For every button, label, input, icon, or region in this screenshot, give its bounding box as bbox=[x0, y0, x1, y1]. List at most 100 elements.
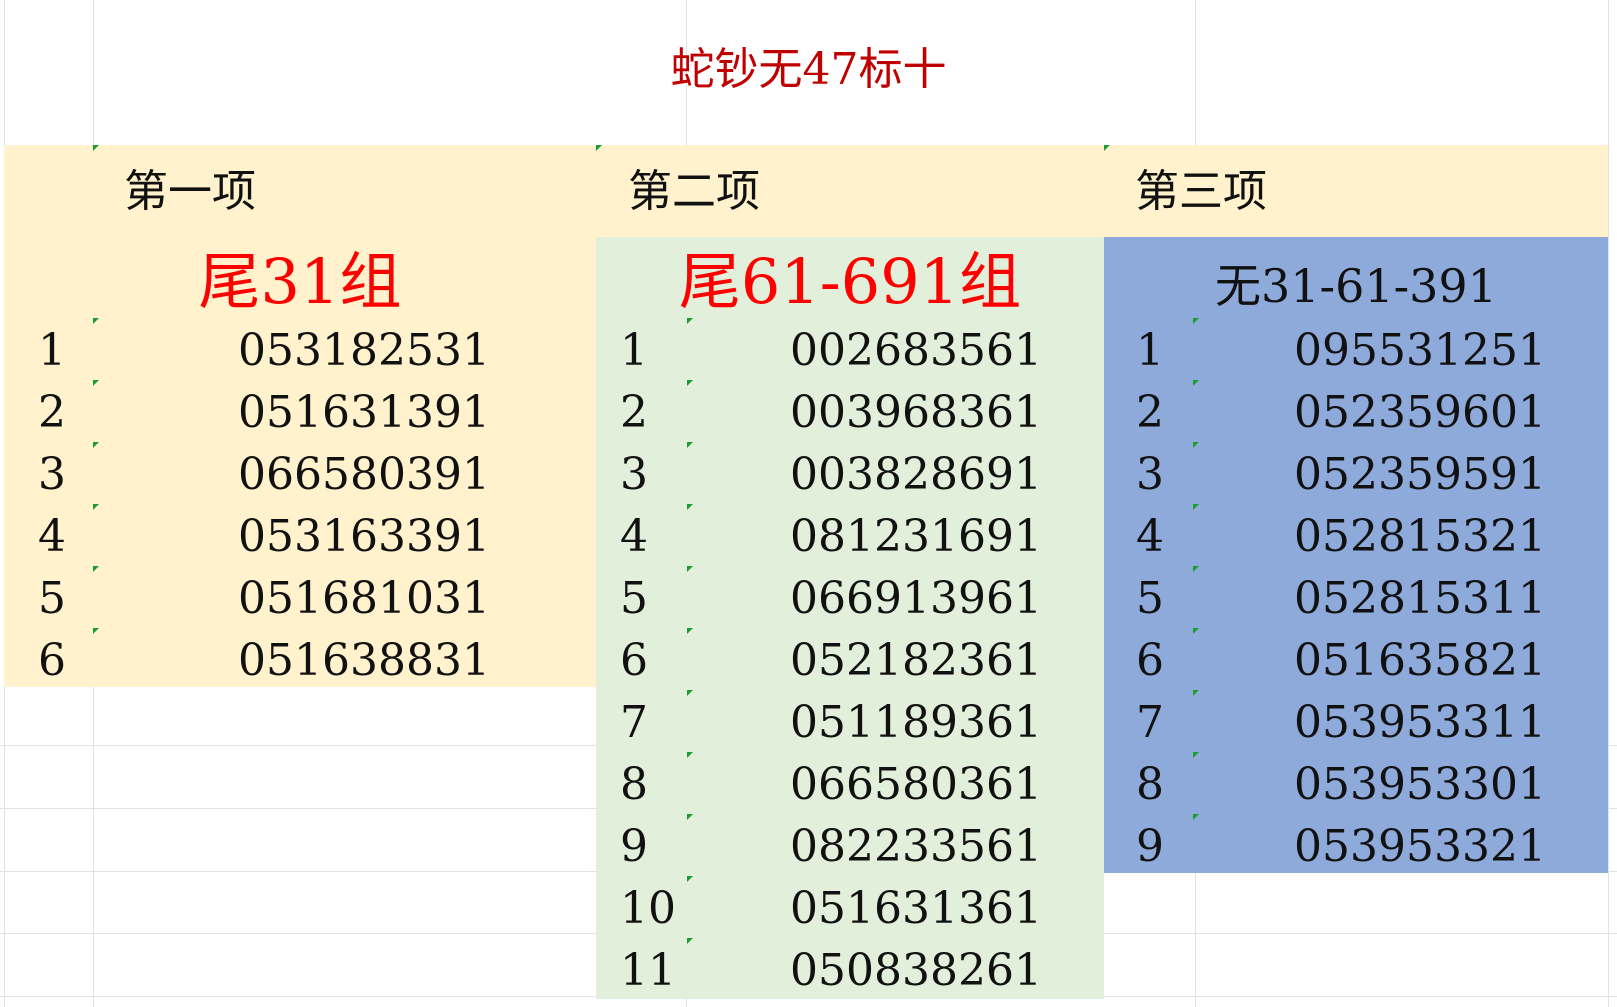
row-index: 5 bbox=[1136, 573, 1164, 624]
row-index: 8 bbox=[1136, 759, 1164, 810]
row-value[interactable]: 053163391 bbox=[238, 506, 490, 568]
table-row[interactable]: 4 052815321 bbox=[1104, 504, 1608, 568]
row-value[interactable]: 003828691 bbox=[790, 444, 1042, 506]
table-row[interactable]: 9 082233561 bbox=[596, 814, 1104, 878]
row-value[interactable]: 052359591 bbox=[1294, 444, 1546, 506]
row-index: 4 bbox=[620, 511, 648, 562]
row-value[interactable]: 051631361 bbox=[790, 878, 1042, 940]
row-value[interactable]: 051631391 bbox=[238, 382, 490, 444]
header-item-2[interactable]: 第二项 bbox=[628, 162, 760, 222]
table-row[interactable]: 8 053953301 bbox=[1104, 752, 1608, 816]
cell-comment-marker bbox=[93, 442, 99, 448]
table-row[interactable]: 6 051638831 bbox=[4, 628, 596, 692]
row-value[interactable]: 052359601 bbox=[1294, 382, 1546, 444]
table-row[interactable]: 10 051631361 bbox=[596, 876, 1104, 940]
row-value[interactable]: 066580391 bbox=[238, 444, 490, 506]
cell-comment-marker bbox=[1193, 566, 1199, 572]
table-row[interactable]: 1 095531251 bbox=[1104, 318, 1608, 382]
table-row[interactable]: 5 066913961 bbox=[596, 566, 1104, 630]
cell-comment-marker bbox=[1193, 442, 1199, 448]
row-value[interactable]: 050838261 bbox=[790, 940, 1042, 1002]
cell-comment-marker bbox=[687, 752, 693, 758]
table-row[interactable]: 2 051631391 bbox=[4, 380, 596, 444]
table-row[interactable]: 8 066580361 bbox=[596, 752, 1104, 816]
cell-comment-marker bbox=[687, 504, 693, 510]
row-value[interactable]: 003968361 bbox=[790, 382, 1042, 444]
cell-comment-marker bbox=[687, 814, 693, 820]
row-index: 3 bbox=[620, 449, 648, 500]
row-value[interactable]: 002683561 bbox=[790, 320, 1042, 382]
row-value[interactable]: 051189361 bbox=[790, 692, 1042, 754]
cell-comment-marker bbox=[687, 690, 693, 696]
row-index: 6 bbox=[1136, 635, 1164, 686]
cell-comment-marker bbox=[687, 442, 693, 448]
row-value[interactable]: 053953321 bbox=[1294, 816, 1546, 878]
header-item-1[interactable]: 第一项 bbox=[124, 162, 256, 222]
row-index: 1 bbox=[620, 325, 648, 376]
row-value[interactable]: 052815321 bbox=[1294, 506, 1546, 568]
table-row[interactable]: 3 066580391 bbox=[4, 442, 596, 506]
cell-comment-marker bbox=[93, 145, 99, 151]
cell-comment-marker bbox=[1193, 814, 1199, 820]
table-row[interactable]: 6 052182361 bbox=[596, 628, 1104, 692]
table-row[interactable]: 6 051635821 bbox=[1104, 628, 1608, 692]
row-index: 11 bbox=[620, 945, 676, 996]
row-index: 5 bbox=[38, 573, 66, 624]
group-1-title[interactable]: 尾31组 bbox=[4, 248, 596, 316]
row-value[interactable]: 095531251 bbox=[1294, 320, 1546, 382]
row-index: 9 bbox=[620, 821, 648, 872]
table-row[interactable]: 2 003968361 bbox=[596, 380, 1104, 444]
row-value[interactable]: 082233561 bbox=[790, 816, 1042, 878]
row-index: 2 bbox=[1136, 387, 1164, 438]
row-index: 3 bbox=[1136, 449, 1164, 500]
cell-comment-marker bbox=[1193, 318, 1199, 324]
row-value[interactable]: 053953311 bbox=[1294, 692, 1546, 754]
table-row[interactable]: 2 052359601 bbox=[1104, 380, 1608, 444]
table-row[interactable]: 4 053163391 bbox=[4, 504, 596, 568]
table-row[interactable]: 7 053953311 bbox=[1104, 690, 1608, 754]
row-value[interactable]: 052815311 bbox=[1294, 568, 1546, 630]
cell-comment-marker bbox=[1193, 504, 1199, 510]
cell-comment-marker bbox=[596, 145, 602, 151]
table-row[interactable]: 5 051681031 bbox=[4, 566, 596, 630]
group-3-title[interactable]: 无31-61-391 bbox=[1104, 252, 1608, 320]
table-row[interactable]: 3 052359591 bbox=[1104, 442, 1608, 506]
table-row[interactable]: 9 053953321 bbox=[1104, 814, 1608, 878]
row-index: 7 bbox=[1136, 697, 1164, 748]
row-value[interactable]: 051681031 bbox=[238, 568, 490, 630]
cell-comment-marker bbox=[93, 504, 99, 510]
cell-comment-marker bbox=[1193, 690, 1199, 696]
cell-comment-marker bbox=[687, 318, 693, 324]
row-value[interactable]: 081231691 bbox=[790, 506, 1042, 568]
sheet-title: 蛇钞无47标十 bbox=[670, 44, 947, 95]
table-row[interactable]: 7 051189361 bbox=[596, 690, 1104, 754]
cell-comment-marker bbox=[687, 380, 693, 386]
table-row[interactable]: 11 050838261 bbox=[596, 938, 1104, 1002]
row-index: 4 bbox=[38, 511, 66, 562]
cell-comment-marker bbox=[1193, 752, 1199, 758]
cell-comment-marker bbox=[1104, 145, 1110, 151]
row-value[interactable]: 051638831 bbox=[238, 630, 490, 692]
table-row[interactable]: 4 081231691 bbox=[596, 504, 1104, 568]
table-row[interactable]: 1 002683561 bbox=[596, 318, 1104, 382]
header-item-3[interactable]: 第三项 bbox=[1135, 162, 1267, 222]
row-index: 2 bbox=[620, 387, 648, 438]
row-index: 9 bbox=[1136, 821, 1164, 872]
cell-comment-marker bbox=[687, 628, 693, 634]
cell-comment-marker bbox=[93, 566, 99, 572]
row-value[interactable]: 066913961 bbox=[790, 568, 1042, 630]
row-value[interactable]: 053953301 bbox=[1294, 754, 1546, 816]
cell-comment-marker bbox=[93, 318, 99, 324]
row-index: 1 bbox=[1136, 325, 1164, 376]
group-1-list: 1 053182531 2 051631391 3 066580391 4 053163391… bbox=[4, 318, 596, 692]
row-value[interactable]: 051635821 bbox=[1294, 630, 1546, 692]
row-value[interactable]: 052182361 bbox=[790, 630, 1042, 692]
table-row[interactable]: 3 003828691 bbox=[596, 442, 1104, 506]
row-value[interactable]: 053182531 bbox=[238, 320, 490, 382]
row-value[interactable]: 066580361 bbox=[790, 754, 1042, 816]
group-3-list: 1 095531251 2 052359601 3 052359591 4 052815321… bbox=[1104, 318, 1608, 878]
table-row[interactable]: 1 053182531 bbox=[4, 318, 596, 382]
row-index: 5 bbox=[620, 573, 648, 624]
table-row[interactable]: 5 052815311 bbox=[1104, 566, 1608, 630]
group-2-title[interactable]: 尾61-691组 bbox=[596, 248, 1104, 316]
